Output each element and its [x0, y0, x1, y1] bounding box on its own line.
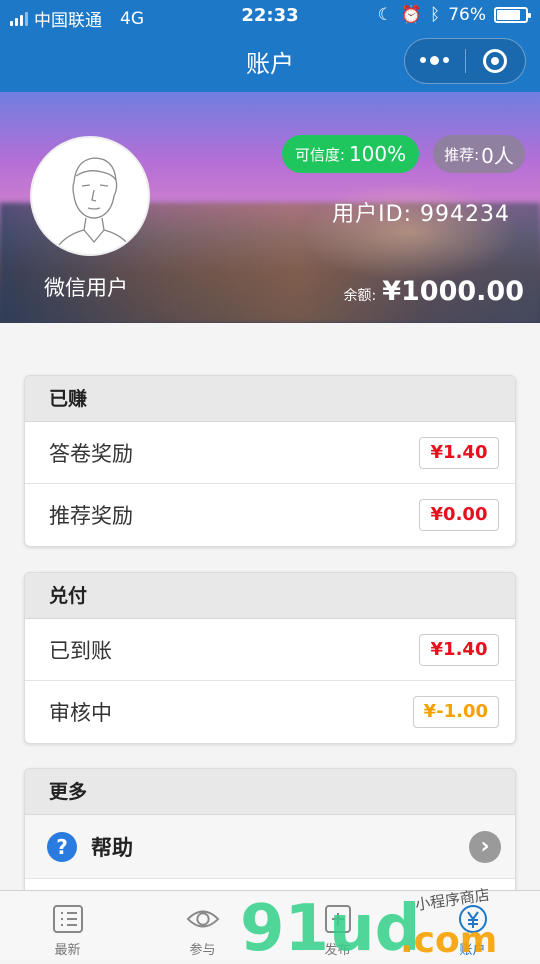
avatar[interactable]	[30, 136, 150, 256]
amount-badge: ¥1.40	[419, 633, 499, 666]
referral-value: 0人	[481, 143, 514, 168]
tab-publish[interactable]: 发布	[270, 891, 405, 960]
alarm-icon: ⏰	[400, 5, 422, 25]
row-label: 推荐奖励	[49, 504, 133, 528]
close-miniprogram-button[interactable]	[465, 49, 525, 73]
credit-badge: 可信度: 100%	[282, 135, 419, 173]
battery-percent: 76%	[448, 5, 486, 25]
bluetooth-icon: ᛒ	[430, 5, 441, 25]
question-icon: ?	[47, 831, 77, 862]
tab-participate[interactable]: 参与	[135, 891, 270, 960]
moon-icon: ☾	[377, 5, 393, 25]
balance-label: 余额:	[343, 288, 377, 304]
username: 微信用户	[44, 276, 128, 300]
balance: 余额: ¥1000.00	[344, 276, 524, 307]
nav-bar: 账户	[0, 32, 540, 92]
user-id: 用户ID: 994234	[332, 202, 510, 227]
tab-label: 最新	[54, 943, 81, 958]
more-menu-button[interactable]	[405, 55, 465, 65]
more-title: 更多	[25, 769, 515, 815]
tab-label: 发布	[324, 943, 351, 958]
status-bar: 中国联通 4G 22:33 ☾ ⏰ ᛒ 76%	[0, 0, 540, 32]
row-label: 已到账	[49, 638, 112, 663]
earned-title: 已赚	[25, 376, 515, 422]
tab-bar: 最新 参与 发布 账户	[0, 890, 540, 960]
referral-badge: 推荐: 0人	[433, 135, 525, 173]
publish-icon	[321, 903, 355, 935]
avatar-sketch	[57, 157, 131, 247]
battery-icon	[494, 7, 531, 23]
list-item[interactable]: 答卷奖励 ¥1.40	[25, 422, 515, 484]
tab-account[interactable]: 账户	[405, 891, 540, 960]
help-item[interactable]: ? 帮助 ›	[25, 815, 515, 879]
wallet-icon	[456, 903, 490, 935]
help-label: 帮助	[91, 835, 133, 860]
balance-value: ¥1000.00	[382, 276, 524, 307]
amount-badge: ¥-1.00	[412, 696, 499, 728]
tab-label: 参与	[189, 943, 216, 958]
list-item[interactable]: 审核中 ¥-1.00	[25, 681, 515, 743]
earned-card: 已赚 答卷奖励 ¥1.40 推荐奖励 ¥0.00	[24, 375, 516, 547]
more-card: 更多 ? 帮助 ›	[24, 768, 516, 908]
amount-badge: ¥0.00	[419, 499, 499, 531]
profile-banner: 微信用户 可信度: 100% 推荐: 0人 用户ID: 994234 余额: ¥…	[0, 92, 540, 323]
list-item[interactable]: 已到账 ¥1.40	[25, 619, 515, 681]
status-right: ☾ ⏰ ᛒ 76%	[377, 5, 531, 25]
eye-icon	[186, 903, 220, 935]
credit-label: 可信度:	[294, 145, 345, 164]
battery-fill	[497, 10, 520, 20]
miniprogram-capsule	[404, 38, 526, 84]
target-icon	[483, 49, 508, 73]
tab-label: 账户	[459, 943, 486, 958]
list-item[interactable]: 推荐奖励 ¥0.00	[25, 484, 515, 546]
credit-value: 100%	[348, 142, 407, 166]
chevron-right-icon: ›	[469, 830, 501, 863]
row-label: 审核中	[49, 701, 112, 725]
tab-latest[interactable]: 最新	[0, 891, 135, 960]
referral-label: 推荐:	[444, 145, 480, 164]
row-label: 答卷奖励	[49, 441, 133, 466]
payout-card: 兑付 已到账 ¥1.40 审核中 ¥-1.00	[24, 572, 516, 744]
list-icon	[51, 903, 85, 935]
payout-title: 兑付	[25, 573, 515, 619]
amount-badge: ¥1.40	[419, 436, 499, 469]
